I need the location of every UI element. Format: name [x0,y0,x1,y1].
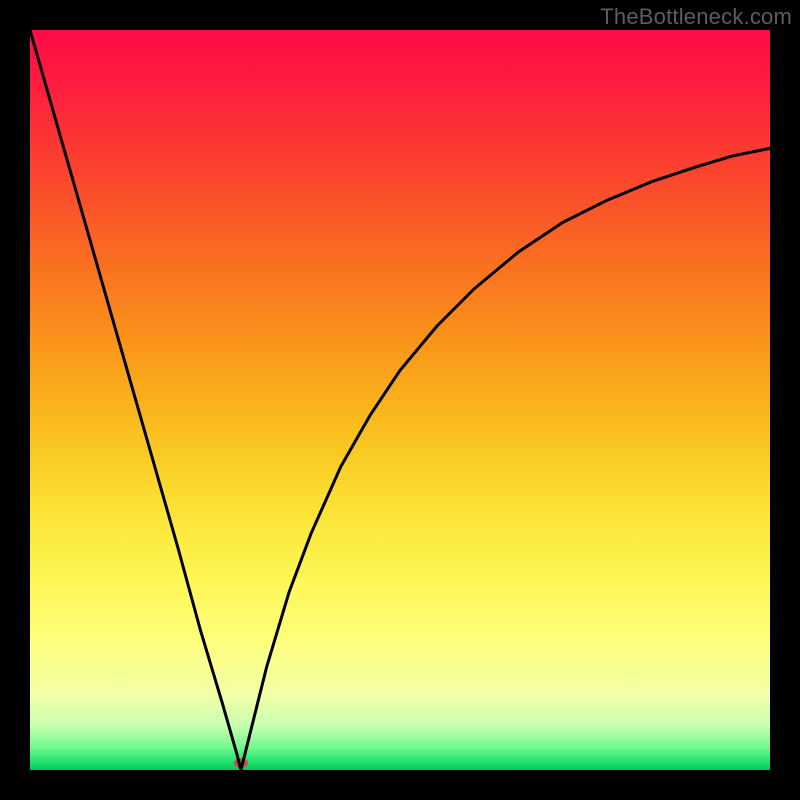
watermark-text: TheBottleneck.com [600,4,792,30]
chart-frame: TheBottleneck.com [0,0,800,800]
bottleneck-curve [30,30,770,770]
plot-area [30,30,770,770]
curve-path [30,30,770,770]
